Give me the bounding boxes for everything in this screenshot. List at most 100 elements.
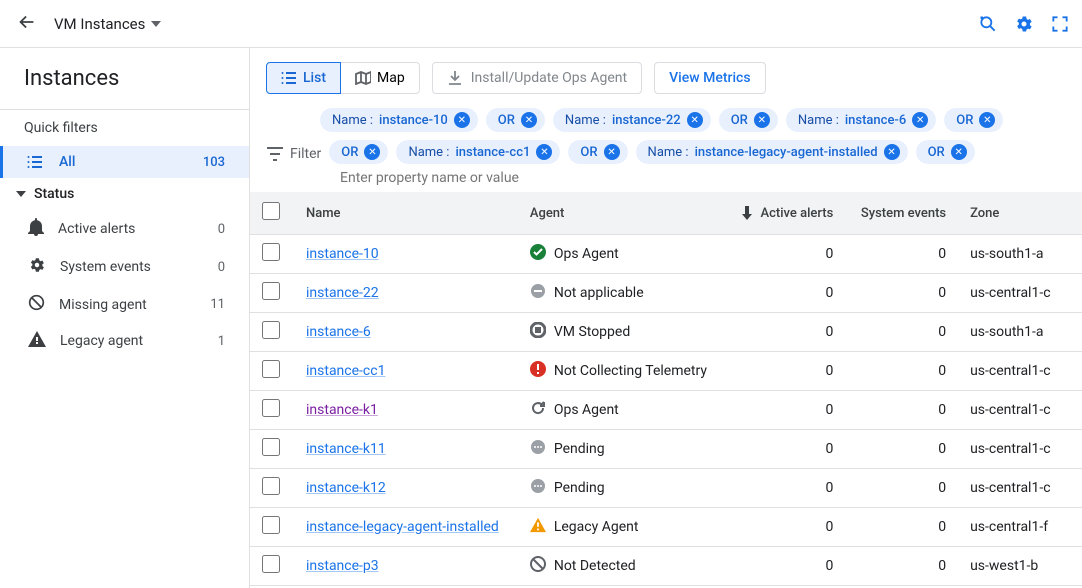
sidebar-item-all[interactable]: All 103 — [0, 146, 249, 178]
filter-chip[interactable]: Name : instance-legacy-agent-installed✕ — [636, 140, 908, 164]
col-active-alerts[interactable]: Active alerts — [726, 192, 846, 235]
system-events-cell: 0 — [845, 235, 958, 274]
instance-name-link[interactable]: instance-10 — [306, 246, 379, 262]
remove-chip-icon[interactable]: ✕ — [536, 144, 552, 160]
page-title: VM Instances — [54, 15, 145, 33]
system-events-cell: 0 — [845, 391, 958, 430]
instance-name-link[interactable]: instance-6 — [306, 324, 371, 340]
row-checkbox[interactable] — [262, 399, 280, 417]
back-arrow-icon[interactable] — [12, 7, 42, 41]
instance-name-link[interactable]: instance-k12 — [306, 480, 386, 496]
gear-icon[interactable] — [1014, 14, 1034, 34]
toolbar: List Map Install/Update Ops Agent View M… — [250, 48, 1082, 108]
agent-status-icon — [530, 400, 546, 420]
fullscreen-icon[interactable] — [1050, 14, 1070, 34]
zone-cell: us-south1-a — [958, 313, 1082, 352]
bell-icon — [28, 218, 44, 240]
remove-chip-icon[interactable]: ✕ — [364, 144, 380, 160]
remove-chip-icon[interactable]: ✕ — [951, 144, 967, 160]
system-events-cell: 0 — [845, 313, 958, 352]
filter-chip[interactable]: Name : instance-22✕ — [553, 108, 711, 132]
table-row: instance-p3 Not Detected 0 0 us-west1-b — [250, 547, 1082, 586]
remove-chip-icon[interactable]: ✕ — [687, 112, 703, 128]
row-checkbox[interactable] — [262, 321, 280, 339]
sidebar-all-label: All — [59, 154, 75, 170]
install-ops-agent-button[interactable]: Install/Update Ops Agent — [432, 62, 642, 94]
sidebar-all-count: 103 — [203, 155, 225, 170]
page-title-dropdown[interactable]: VM Instances — [54, 15, 161, 33]
filter-chip[interactable]: Name : instance-cc1✕ — [396, 140, 560, 164]
instance-name-link[interactable]: instance-legacy-agent-installed — [306, 519, 499, 535]
instance-name-link[interactable]: instance-p3 — [306, 558, 379, 574]
filter-chip[interactable]: Name : instance-6✕ — [786, 108, 936, 132]
row-checkbox[interactable] — [262, 438, 280, 456]
filter-input[interactable] — [266, 164, 606, 192]
sidebar-item-missing-agent[interactable]: Missing agent11 — [0, 286, 249, 323]
view-list-button[interactable]: List — [266, 62, 341, 94]
sidebar-item-legacy-agent[interactable]: Legacy agent1 — [0, 323, 249, 359]
map-icon — [355, 71, 371, 85]
download-icon — [447, 70, 463, 86]
agent-status-text: Pending — [554, 480, 605, 496]
filter-chip[interactable]: OR✕ — [329, 140, 388, 164]
row-checkbox[interactable] — [262, 360, 280, 378]
agent-status-icon — [530, 361, 546, 381]
remove-chip-icon[interactable]: ✕ — [979, 112, 995, 128]
agent-status-text: Not applicable — [554, 285, 644, 301]
col-system-events[interactable]: System events — [845, 192, 958, 235]
agent-status-icon — [530, 283, 546, 303]
select-all-checkbox[interactable] — [262, 202, 280, 220]
system-events-cell: 0 — [845, 430, 958, 469]
remove-chip-icon[interactable]: ✕ — [884, 144, 900, 160]
remove-chip-icon[interactable]: ✕ — [521, 112, 537, 128]
sidebar: Instances Quick filters All 103 Status A… — [0, 48, 250, 588]
sidebar-item-label: Missing agent — [59, 297, 147, 313]
view-metrics-button[interactable]: View Metrics — [654, 62, 765, 94]
col-zone[interactable]: Zone — [958, 192, 1082, 235]
row-checkbox[interactable] — [262, 282, 280, 300]
col-agent[interactable]: Agent — [518, 192, 726, 235]
gear-hex-icon — [28, 256, 46, 278]
remove-chip-icon[interactable]: ✕ — [754, 112, 770, 128]
instance-name-link[interactable]: instance-22 — [306, 285, 379, 301]
system-events-cell: 0 — [845, 508, 958, 547]
chevron-down-icon — [151, 21, 161, 27]
active-alerts-cell: 0 — [726, 391, 846, 430]
search-refresh-icon[interactable] — [978, 14, 998, 34]
sidebar-item-count: 0 — [218, 222, 225, 237]
view-metrics-label: View Metrics — [669, 70, 750, 86]
row-checkbox[interactable] — [262, 555, 280, 573]
zone-cell: us-central1-c — [958, 391, 1082, 430]
instance-name-link[interactable]: instance-k1 — [306, 402, 378, 418]
filter-chip[interactable]: OR✕ — [916, 140, 975, 164]
remove-chip-icon[interactable]: ✕ — [454, 112, 470, 128]
view-map-button[interactable]: Map — [341, 62, 420, 94]
remove-chip-icon[interactable]: ✕ — [604, 144, 620, 160]
filter-chip[interactable]: OR✕ — [568, 140, 627, 164]
active-alerts-cell: 0 — [726, 313, 846, 352]
filter-chip[interactable]: OR✕ — [944, 108, 1003, 132]
row-checkbox[interactable] — [262, 516, 280, 534]
sidebar-item-active-alerts[interactable]: Active alerts0 — [0, 210, 249, 248]
sort-desc-icon — [741, 206, 753, 220]
remove-chip-icon[interactable]: ✕ — [912, 112, 928, 128]
agent-status-text: Legacy Agent — [554, 519, 639, 535]
zone-cell: us-central1-c — [958, 352, 1082, 391]
sidebar-item-system-events[interactable]: System events0 — [0, 248, 249, 286]
view-map-label: Map — [377, 70, 405, 86]
table-row: instance-10 Ops Agent 0 0 us-south1-a — [250, 235, 1082, 274]
row-checkbox[interactable] — [262, 477, 280, 495]
filter-chip[interactable]: Name : instance-10✕ — [320, 108, 478, 132]
instance-name-link[interactable]: instance-cc1 — [306, 363, 385, 379]
row-checkbox[interactable] — [262, 243, 280, 261]
filter-chip[interactable]: OR✕ — [719, 108, 778, 132]
agent-status-icon — [530, 556, 546, 576]
filter-label: Filter — [266, 140, 321, 162]
sidebar-item-label: System events — [60, 259, 151, 275]
active-alerts-cell: 0 — [726, 430, 846, 469]
instance-name-link[interactable]: instance-k11 — [306, 441, 386, 457]
filter-chip[interactable]: OR✕ — [486, 108, 545, 132]
sidebar-group-status[interactable]: Status — [0, 178, 249, 210]
active-alerts-cell: 0 — [726, 274, 846, 313]
col-name[interactable]: Name — [294, 192, 518, 235]
